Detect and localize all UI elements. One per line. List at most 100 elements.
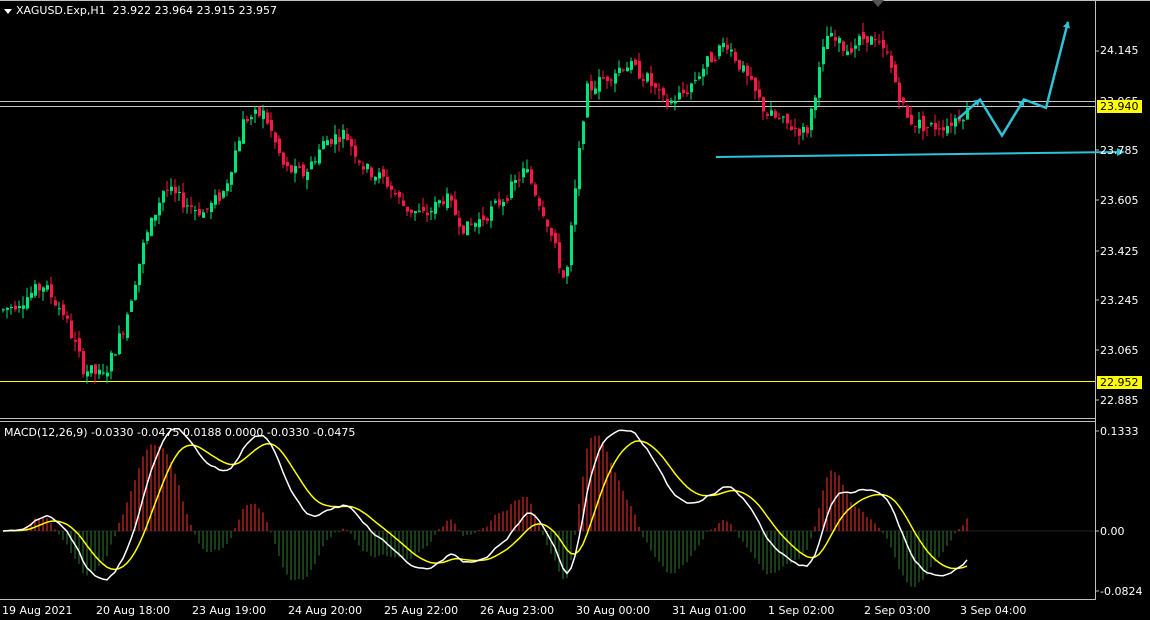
candle-body — [574, 188, 577, 225]
candle-body — [614, 73, 617, 84]
candles-group — [2, 22, 969, 384]
candle-body — [286, 161, 289, 167]
candle-body — [694, 79, 697, 81]
triangle-down-icon[interactable] — [4, 8, 12, 14]
candle-body — [590, 80, 593, 91]
candle-body — [674, 101, 677, 104]
current-price-tag: 23.940 — [1097, 100, 1142, 113]
candle-body — [714, 59, 717, 61]
top-grey-marker — [872, 0, 884, 7]
forecast-arrowheads — [973, 21, 1071, 107]
candle-body — [830, 32, 833, 37]
time-label: 1 Sep 02:00 — [768, 604, 835, 617]
candle-body — [446, 193, 449, 209]
candle-body — [378, 172, 381, 179]
candle-body — [450, 195, 453, 201]
candle-body — [330, 139, 333, 144]
price-label: 23.425 — [1100, 245, 1139, 258]
candle-body — [922, 115, 925, 132]
candle-body — [438, 200, 441, 204]
candle-body — [942, 127, 945, 131]
candle-body — [766, 113, 769, 116]
time-label: 26 Aug 23:00 — [480, 604, 555, 617]
candle-body — [546, 219, 549, 227]
candle-body — [470, 223, 473, 225]
candle-body — [162, 191, 165, 203]
candle-body — [498, 199, 501, 206]
candle-body — [482, 215, 485, 221]
candle-body — [494, 200, 497, 203]
candle-body — [66, 315, 69, 319]
time-label: 30 Aug 00:00 — [576, 604, 651, 617]
candle-body — [78, 338, 81, 352]
candle-body — [818, 67, 821, 98]
candle-body — [930, 123, 933, 125]
candle-body — [802, 126, 805, 133]
candle-body — [806, 127, 809, 134]
candle-body — [418, 210, 421, 212]
candle-body — [558, 242, 561, 269]
candle-body — [18, 306, 21, 309]
candle-body — [238, 140, 241, 152]
candle-body — [518, 179, 521, 181]
time-label: 2 Sep 03:00 — [864, 604, 931, 617]
candle-body — [858, 36, 861, 46]
candle-body — [842, 41, 845, 52]
time-label: 23 Aug 19:00 — [192, 604, 267, 617]
candle-body — [478, 219, 481, 228]
candle-body — [254, 109, 257, 114]
forecast-path[interactable] — [957, 21, 1070, 138]
candle-body — [754, 77, 757, 91]
candle-body — [430, 211, 433, 213]
candle-body — [950, 122, 953, 126]
trendline[interactable] — [715, 151, 1118, 158]
candle-body — [718, 45, 721, 57]
candle-body — [586, 83, 589, 118]
candle-body — [342, 129, 345, 139]
candle-body — [954, 118, 957, 127]
candle-body — [154, 214, 157, 221]
candle-body — [650, 73, 653, 86]
macd-signal-line — [2, 440, 968, 571]
candle-body — [854, 45, 857, 49]
candle-body — [534, 184, 537, 196]
candle-body — [230, 172, 233, 185]
candle-body — [798, 128, 801, 136]
candle-body — [270, 119, 273, 131]
price-label: 23.065 — [1100, 344, 1139, 357]
candle-body — [782, 116, 785, 118]
price-label: 23.605 — [1100, 194, 1139, 207]
candle-body — [314, 161, 317, 163]
candle-body — [354, 145, 357, 157]
candle-body — [82, 351, 85, 375]
candle-body — [554, 232, 557, 244]
candle-body — [750, 76, 753, 80]
candle-body — [638, 60, 641, 79]
candle-body — [734, 51, 737, 61]
candle-body — [698, 76, 701, 79]
candle-body — [362, 166, 365, 170]
candle-body — [630, 61, 633, 70]
candle-body — [310, 161, 313, 170]
candle-body — [358, 160, 361, 163]
candle-body — [846, 51, 849, 56]
candle-body — [746, 65, 749, 76]
candle-body — [26, 297, 29, 309]
candle-body — [318, 149, 321, 164]
candle-body — [74, 339, 77, 342]
candle-body — [198, 208, 201, 216]
candle-body — [826, 35, 829, 50]
candle-body — [582, 121, 585, 145]
candle-body — [298, 166, 301, 168]
candle-body — [626, 67, 629, 72]
candle-body — [434, 201, 437, 214]
candle-body — [894, 64, 897, 83]
candle-body — [530, 169, 533, 184]
candle-body — [134, 284, 137, 300]
candle-body — [410, 209, 413, 213]
candle-body — [22, 305, 25, 309]
candle-body — [634, 59, 637, 65]
price-chart-canvas[interactable] — [0, 0, 1150, 620]
candle-body — [234, 150, 237, 173]
candle-body — [610, 79, 613, 81]
